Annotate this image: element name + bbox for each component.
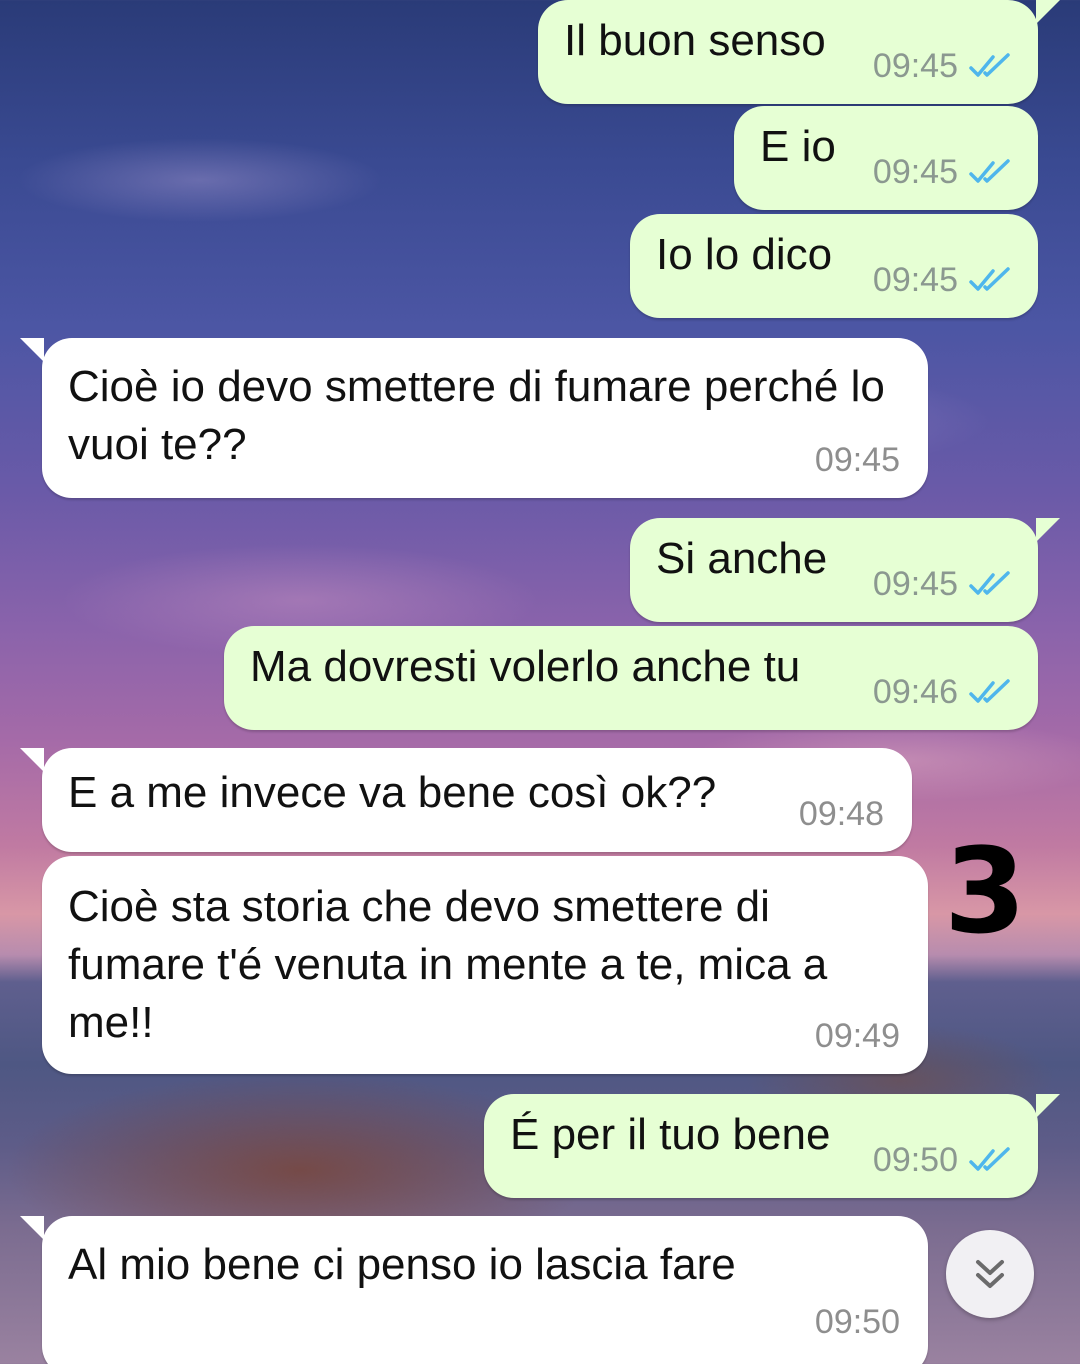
incoming-message[interactable]: Al mio bene ci penso io lascia fare 09:5… (20, 1216, 928, 1364)
message-text: Si anche (656, 534, 828, 583)
chevron-double-down-icon (976, 1260, 1004, 1288)
double-check-icon (969, 1147, 1010, 1171)
double-check-icon (969, 159, 1010, 183)
outgoing-message[interactable]: Io lo dico 09:45 (630, 214, 1038, 318)
bubble-tail (1036, 1094, 1060, 1118)
message-text: E io (760, 122, 836, 171)
message-meta: 09:50 (873, 1140, 1014, 1180)
bubble-tail (1036, 518, 1060, 542)
message-meta: 09:45 (873, 564, 1014, 604)
message-time: 09:50 (872, 1141, 958, 1179)
message-meta: 09:46 (873, 672, 1014, 712)
message-text: Cioè io devo smettere di fumare perché l… (68, 362, 885, 469)
handwritten-annotation: 3 (944, 822, 1027, 960)
outgoing-message[interactable]: Ma dovresti volerlo anche tu 09:46 (224, 626, 1038, 730)
double-check-icon (969, 679, 1010, 703)
message-meta: 09:45 (873, 260, 1014, 300)
incoming-message[interactable]: Cioè io devo smettere di fumare perché l… (20, 338, 928, 498)
bubble-tail (20, 1216, 44, 1240)
message-meta: 09:45 (873, 152, 1014, 192)
outgoing-message[interactable]: É per il tuo bene 09:50 (484, 1094, 1060, 1198)
message-time: 09:46 (872, 673, 958, 711)
outgoing-message[interactable]: Il buon senso 09:45 (538, 0, 1060, 104)
message-text: Al mio bene ci penso io lascia fare (68, 1240, 736, 1289)
message-text: E a me invece va bene così ok?? (68, 768, 717, 817)
message-text: É per il tuo bene (510, 1110, 831, 1159)
bubble-tail (1036, 0, 1060, 24)
bubble-tail (20, 748, 44, 772)
message-text: Io lo dico (656, 230, 833, 279)
double-check-icon (969, 53, 1010, 77)
outgoing-message[interactable]: Si anche 09:45 (630, 518, 1060, 622)
message-time: 09:45 (814, 441, 900, 479)
message-time: 09:45 (872, 47, 958, 85)
message-time: 09:50 (814, 1303, 900, 1341)
incoming-message[interactable]: E a me invece va bene così ok?? 09:48 (20, 748, 912, 852)
message-time: 09:49 (814, 1017, 900, 1055)
double-check-icon (969, 267, 1010, 291)
message-text: Il buon senso (564, 16, 826, 65)
message-time: 09:45 (872, 261, 958, 299)
bubble-tail (20, 338, 44, 362)
message-meta: 09:45 (873, 46, 1014, 86)
message-text: Cioè sta storia che devo smettere di fum… (68, 882, 828, 1047)
incoming-message[interactable]: Cioè sta storia che devo smettere di fum… (42, 856, 928, 1074)
double-check-icon (969, 571, 1010, 595)
message-time: 09:48 (798, 795, 884, 833)
message-text: Ma dovresti volerlo anche tu (250, 642, 801, 691)
scroll-to-bottom-button[interactable] (946, 1230, 1034, 1318)
message-time: 09:45 (872, 565, 958, 603)
outgoing-message[interactable]: E io 09:45 (734, 106, 1038, 210)
message-time: 09:45 (872, 153, 958, 191)
